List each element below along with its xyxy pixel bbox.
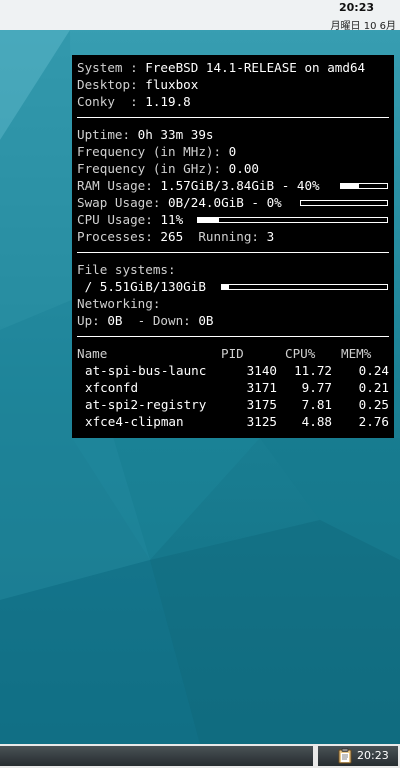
swap-row: Swap Usage: 0B/24.0GiB - 0%	[77, 194, 389, 211]
system-value: FreeBSD 14.1-RELEASE on amd64	[145, 60, 366, 75]
top-panel: 20:23 月曜日 10 6月	[0, 0, 400, 32]
processes-label: Processes:	[77, 229, 161, 244]
process-pid: 3175	[246, 397, 277, 412]
process-name: at-spi-bus-launc	[85, 363, 207, 378]
running-label: Running:	[183, 229, 267, 244]
divider	[77, 252, 389, 253]
cpu-label: CPU Usage:	[77, 212, 161, 227]
process-name: xfce4-clipman	[85, 414, 184, 429]
freq-mhz-row: Frequency (in MHz): 0	[77, 143, 389, 160]
system-label: System :	[77, 60, 146, 75]
process-name: at-spi2-registry	[85, 397, 207, 412]
system-row: System : FreeBSD 14.1-RELEASE on amd64	[77, 59, 389, 76]
fs-usage-bar-fill	[222, 285, 229, 289]
process-row: at-spi2-registry 3175 7.81 0.25	[77, 396, 389, 413]
process-mem: 0.25	[358, 397, 389, 412]
cpu-usage-bar-fill	[198, 218, 219, 222]
process-pid: 3125	[246, 414, 277, 429]
processes-value: 265	[160, 229, 184, 244]
down-value: 0B	[198, 313, 214, 328]
process-cpu: 9.77	[301, 380, 332, 395]
process-pid: 3140	[246, 363, 277, 378]
up-value: 0B	[107, 313, 123, 328]
swap-value: 0B/24.0GiB - 0%	[168, 195, 282, 210]
conky-version-row: Conky : 1.19.8	[77, 93, 389, 110]
process-row: at-spi-bus-launc 3140 11.72 0.24	[77, 362, 389, 379]
net-heading: Networking:	[77, 296, 161, 311]
desktop-label: Desktop:	[77, 77, 146, 92]
cpu-usage-bar	[197, 217, 388, 223]
uptime-label: Uptime:	[77, 127, 138, 142]
top-clock-time[interactable]: 20:23	[339, 1, 374, 14]
up-label: Up:	[77, 313, 108, 328]
cpu-row: CPU Usage: 11%	[77, 211, 389, 228]
process-row: xfconfd 3171 9.77 0.21	[77, 379, 389, 396]
col-cpu-header: CPU%	[285, 346, 316, 361]
process-mem: 0.24	[358, 363, 389, 378]
uptime-value: 0h 33m 39s	[137, 127, 214, 142]
col-name-header: Name	[77, 346, 108, 361]
running-value: 3	[266, 229, 275, 244]
desktop-value: fluxbox	[145, 77, 199, 92]
process-cpu: 11.72	[294, 363, 332, 378]
top-clock-date[interactable]: 月曜日 10 6月	[331, 17, 396, 32]
process-list: at-spi-bus-launc 3140 11.72 0.24 xfconfd 3171…	[77, 362, 389, 430]
ram-usage-bar-fill	[341, 184, 360, 188]
down-label: - Down:	[122, 313, 199, 328]
conky-label: Conky :	[77, 94, 146, 109]
freq-mhz-label: Frequency (in MHz):	[77, 144, 229, 159]
uptime-row: Uptime: 0h 33m 39s	[77, 126, 389, 143]
conky-value: 1.19.8	[145, 94, 191, 109]
swap-label: Swap Usage:	[77, 195, 168, 210]
process-mem: 2.76	[358, 414, 389, 429]
fs-root-row: / 5.51GiB/130GiB	[77, 278, 389, 295]
ram-row: RAM Usage: 1.57GiB/3.84GiB - 40%	[77, 177, 389, 194]
bottom-taskbar: 20:23	[0, 744, 400, 768]
col-mem-header: MEM%	[341, 346, 372, 361]
freq-ghz-value: 0.00	[228, 161, 259, 176]
col-pid-header: PID	[221, 346, 244, 361]
process-row: xfce4-clipman 3125 4.88 2.76	[77, 413, 389, 430]
clipboard-icon[interactable]	[338, 748, 352, 764]
net-row: Up: 0B - Down: 0B	[77, 312, 389, 329]
freq-mhz-value: 0	[228, 144, 237, 159]
divider	[77, 336, 389, 337]
processes-row: Processes: 265 Running: 3	[77, 228, 389, 245]
cpu-value: 11%	[160, 212, 184, 227]
process-table-header: Name PID CPU% MEM%	[77, 345, 389, 362]
ram-value: 1.57GiB/3.84GiB - 40%	[160, 178, 320, 193]
process-cpu: 4.88	[301, 414, 332, 429]
fs-root-prefix: /	[77, 279, 100, 294]
ram-label: RAM Usage:	[77, 178, 161, 193]
fs-root-value: 5.51GiB/130GiB	[99, 279, 206, 294]
divider	[77, 117, 389, 118]
process-mem: 0.21	[358, 380, 389, 395]
freq-ghz-row: Frequency (in GHz): 0.00	[77, 160, 389, 177]
process-cpu: 7.81	[301, 397, 332, 412]
ram-usage-bar	[340, 183, 388, 189]
conky-panel: System : FreeBSD 14.1-RELEASE on amd64 D…	[72, 55, 394, 438]
process-pid: 3171	[246, 380, 277, 395]
swap-usage-bar	[300, 200, 388, 206]
process-name: xfconfd	[85, 380, 139, 395]
fs-heading: File systems:	[77, 262, 176, 277]
taskbar-task-area[interactable]	[0, 746, 313, 766]
fs-usage-bar	[221, 284, 388, 290]
desktop-row: Desktop: fluxbox	[77, 76, 389, 93]
tray-clock[interactable]: 20:23	[357, 749, 389, 762]
freq-ghz-label: Frequency (in GHz):	[77, 161, 229, 176]
